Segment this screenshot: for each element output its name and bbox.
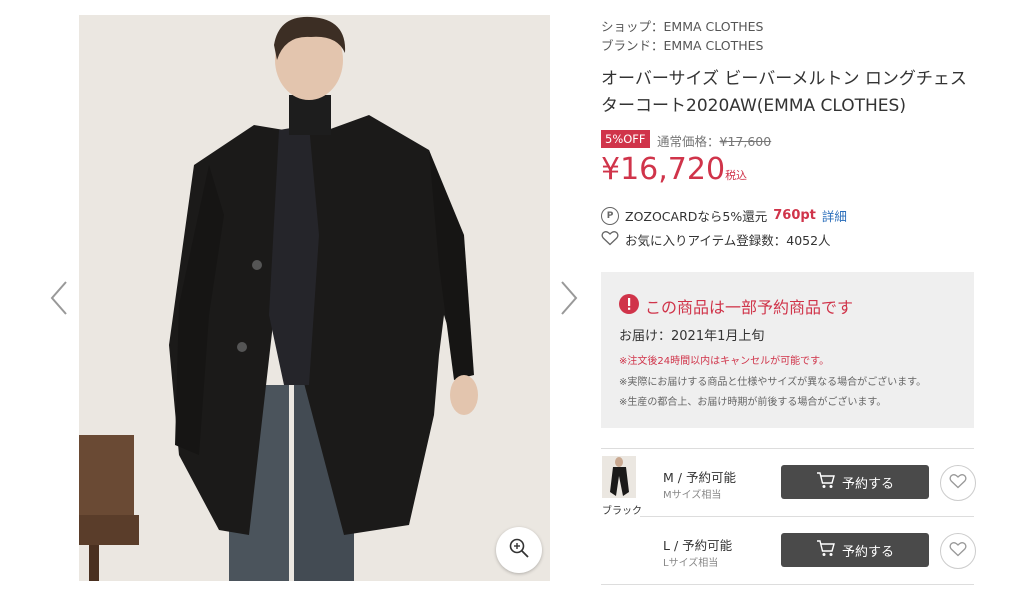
heart-icon [949,541,967,561]
size-m-label: M / 予約可能 [663,470,736,485]
divider [601,584,974,585]
heart-outline-icon[interactable] [601,230,619,249]
size-l-sub: Lサイズ相当 [663,558,719,569]
product-image[interactable] [79,15,550,581]
sale-price: ¥16,720 [601,152,726,187]
notice-note-delivery: ※生産の都合上、お届け時期が前後する場合がございます。 [619,397,887,408]
shop-line: ショップ：EMMA CLOTHES [601,16,763,35]
zoom-button[interactable] [496,527,542,573]
color-thumbnail[interactable] [602,456,636,498]
regular-price-line: 通常価格：¥17,600 [657,131,771,150]
size-m-sub: Mサイズ相当 [663,490,722,501]
shop-label: ショップ： [601,19,664,34]
divider [601,448,974,449]
regular-price-label: 通常価格： [657,134,720,149]
favorites-row: お気に入りアイテム登録数：4052人 [601,230,831,249]
divider [640,516,974,517]
heart-icon [949,473,967,493]
color-name: ブラック [602,506,642,517]
size-l-label: L / 予約可能 [663,538,733,553]
brand-name[interactable]: EMMA CLOTHES [664,38,764,53]
zoom-in-icon [508,537,530,563]
reserve-button-l-label: 予約する [841,544,894,560]
point-icon: P [601,206,619,225]
preorder-notice: この商品は一部予約商品です お届け：2021年1月上旬 ※注文後24時間以内はキ… [601,272,974,428]
shop-name[interactable]: EMMA CLOTHES [664,19,764,34]
reserve-button-m[interactable]: 予約する [781,465,929,499]
prev-image-arrow-icon[interactable] [48,278,72,318]
notice-note-cancel: ※注文後24時間以内はキャンセルが可能です。 [619,356,830,367]
points-amount: 760pt [773,208,816,223]
discount-badge: 5%OFF [601,130,650,148]
tax-label: 税込 [725,169,748,182]
cart-icon [816,471,836,493]
sale-price-line: ¥16,720税込 [601,152,747,187]
delivery-date: お届け：2021年1月上旬 [619,329,765,344]
product-title: オーバーサイズ ビーバーメルトン ロングチェスターコート2020AW(EMMA … [601,69,967,116]
next-image-arrow-icon[interactable] [556,278,580,318]
alert-icon [619,294,639,318]
notice-heading: この商品は一部予約商品です [645,298,854,317]
notice-note-spec: ※実際にお届けする商品と仕様やサイズが異なる場合がございます。 [619,377,927,388]
brand-line: ブランド：EMMA CLOTHES [601,35,763,54]
brand-label: ブランド： [601,38,664,53]
points-detail-link[interactable]: 詳細 [822,206,847,225]
notice-heading-row: この商品は一部予約商品です [619,294,853,318]
points-text: ZOZOCARDなら5%還元 [625,209,768,224]
cart-icon [816,539,836,561]
favorite-button-m[interactable] [940,465,976,501]
reserve-button-m-label: 予約する [841,476,894,492]
favorite-button-l[interactable] [940,533,976,569]
reserve-button-l[interactable]: 予約する [781,533,929,567]
favorites-count: お気に入りアイテム登録数：4052人 [625,233,831,248]
regular-price: ¥17,600 [719,134,772,149]
model-illustration [79,15,550,581]
points-row: P ZOZOCARDなら5%還元 760pt 詳細 [601,206,847,225]
